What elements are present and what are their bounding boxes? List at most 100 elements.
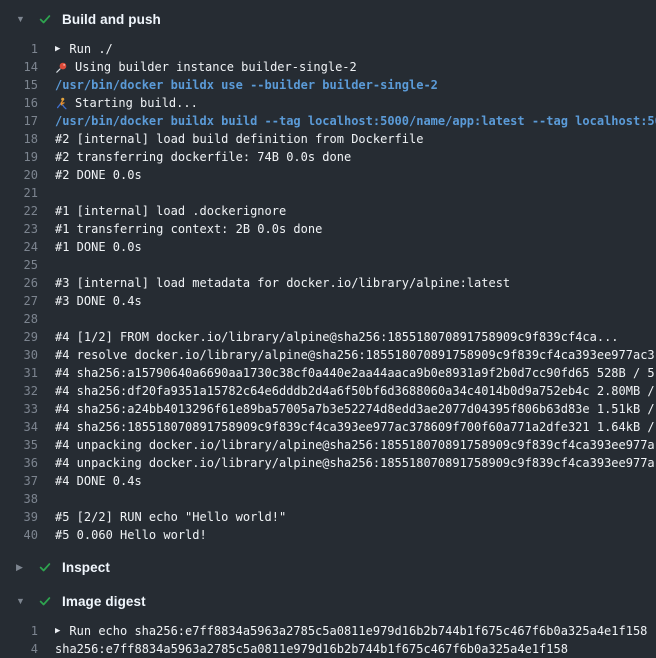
section-header-build-and-push[interactable]: ▼Build and push [0, 8, 656, 30]
log-lines: 1 ▶ Run ./ 14 Using builder instance builder… [0, 40, 656, 544]
play-icon[interactable]: ▶ [55, 627, 60, 636]
log-text: Run ./ [69, 40, 112, 58]
log-line-content: #4 DONE 0.4s [55, 472, 142, 490]
line-number[interactable]: 28 [0, 310, 38, 328]
line-number[interactable]: 24 [0, 238, 38, 256]
line-number[interactable]: 21 [0, 184, 38, 202]
log-line: 19 #2 transferring dockerfile: 74B 0.0s d… [0, 148, 656, 166]
log-line-content: sha256:e7ff8834a5963a2785c5a0811e979d16b… [55, 640, 568, 658]
log-text: /usr/bin/docker buildx build --tag local… [55, 112, 656, 130]
line-number[interactable]: 1 [0, 622, 38, 640]
line-number[interactable]: 34 [0, 418, 38, 436]
log-text: #2 transferring dockerfile: 74B 0.0s don… [55, 148, 351, 166]
section-header-inspect[interactable]: ▶Inspect [0, 556, 656, 578]
log-text: #4 DONE 0.4s [55, 472, 142, 490]
actions-log-viewer: ▼Build and push1▶Run ./14Using builder i… [0, 0, 656, 658]
log-text: #3 [internal] load metadata for docker.i… [55, 274, 510, 292]
log-line: 36 #4 unpacking docker.io/library/alpine@… [0, 454, 656, 472]
log-line-content: #4 unpacking docker.io/library/alpine@sh… [55, 454, 655, 472]
line-number[interactable]: 38 [0, 490, 38, 508]
line-number[interactable]: 16 [0, 94, 38, 112]
log-line: 1▶Run echo sha256:e7ff8834a5963a2785c5a0… [0, 622, 656, 640]
log-line: 30 #4 resolve docker.io/library/alpine@sh… [0, 346, 656, 364]
runner-icon [55, 97, 68, 110]
line-number[interactable]: 40 [0, 526, 38, 544]
log-line-content: /usr/bin/docker buildx use --builder bui… [55, 76, 438, 94]
section-header-image-digest[interactable]: ▼ Image digest [0, 590, 656, 612]
log-line: 34 #4 sha256:185518070891758909c9f839cf4c… [0, 418, 656, 436]
log-line: 31 #4 sha256:a15790640a6690aa1730c38cf0a4… [0, 364, 656, 382]
chevron-down-icon: ▼ [16, 15, 38, 24]
line-number[interactable]: 20 [0, 166, 38, 184]
log-line: 18#2 [internal] load build definition fr… [0, 130, 656, 148]
log-text: #4 [1/2] FROM docker.io/library/alpine@s… [55, 328, 619, 346]
line-number[interactable]: 4 [0, 640, 38, 658]
log-text: #4 sha256:185518070891758909c9f839cf4ca3… [55, 418, 655, 436]
log-line: 24 #1 DONE 0.0s [0, 238, 656, 256]
log-line-content: ▶ Run ./ [55, 40, 113, 58]
line-number[interactable]: 14 [0, 58, 38, 76]
line-number[interactable]: 35 [0, 436, 38, 454]
log-text: #3 DONE 0.4s [55, 292, 142, 310]
log-line: 23#1 transferring context: 2B 0.0s done [0, 220, 656, 238]
log-text: #4 sha256:a24bb4013296f61e89ba57005a7b3e… [55, 400, 655, 418]
log-text: #2 DONE 0.0s [55, 166, 142, 184]
log-line-content: #4 sha256:df20fa9351a15782c64e6dddb2d4a6… [55, 382, 655, 400]
line-number[interactable]: 32 [0, 382, 38, 400]
line-number[interactable]: 22 [0, 202, 38, 220]
log-line-content: #4 resolve docker.io/library/alpine@sha2… [55, 346, 655, 364]
log-line: 16 Starting build... [0, 94, 656, 112]
line-number[interactable]: 29 [0, 328, 38, 346]
line-number[interactable]: 15 [0, 76, 38, 94]
line-number[interactable]: 30 [0, 346, 38, 364]
log-text: #1 DONE 0.0s [55, 238, 142, 256]
log-section-build-and-push: ▼Build and push 1 ▶ Run ./ 14 Using builder i… [0, 8, 656, 544]
log-line: 38 [0, 490, 656, 508]
line-number[interactable]: 1 [0, 40, 38, 58]
log-line-content: Using builder instance builder-single-2 [55, 58, 357, 76]
line-number[interactable]: 36 [0, 454, 38, 472]
log-line: 15/usr/bin/docker buildx use --builder b… [0, 76, 656, 94]
log-line-content: #4 sha256:185518070891758909c9f839cf4ca3… [55, 418, 655, 436]
log-lines: 1▶Run echo sha256:e7ff8834a5963a2785c5a0… [0, 622, 656, 658]
log-text: sha256:e7ff8834a5963a2785c5a0811e979d16b… [55, 640, 568, 658]
log-line: 35 #4 unpacking docker.io/library/alpine@… [0, 436, 656, 454]
chevron-down-icon: ▼ [16, 597, 38, 606]
line-number[interactable]: 27 [0, 292, 38, 310]
line-number[interactable]: 19 [0, 148, 38, 166]
log-line-content: #4 unpacking docker.io/library/alpine@sh… [55, 436, 655, 454]
play-icon[interactable]: ▶ [55, 45, 60, 54]
section-title: Inspect [62, 560, 110, 575]
line-number[interactable]: 26 [0, 274, 38, 292]
section-title: Image digest [62, 594, 146, 609]
line-number[interactable]: 17 [0, 112, 38, 130]
line-number[interactable]: 25 [0, 256, 38, 274]
line-number[interactable]: 37 [0, 472, 38, 490]
log-line: 25 [0, 256, 656, 274]
log-line-content: #4 sha256:a24bb4013296f61e89ba57005a7b3e… [55, 400, 655, 418]
line-number[interactable]: 18 [0, 130, 38, 148]
log-text: #4 unpacking docker.io/library/alpine@sh… [55, 454, 655, 472]
line-number[interactable]: 23 [0, 220, 38, 238]
log-line-content: Starting build... [55, 94, 198, 112]
check-icon [38, 560, 62, 574]
log-line-content: #3 DONE 0.4s [55, 292, 142, 310]
log-line-content: /usr/bin/docker buildx build --tag local… [55, 112, 656, 130]
log-line-content: #5 [2/2] RUN echo "Hello world!" [55, 508, 286, 526]
log-text: /usr/bin/docker buildx use --builder bui… [55, 76, 438, 94]
log-text: #4 sha256:df20fa9351a15782c64e6dddb2d4a6… [55, 382, 655, 400]
log-section-inspect: ▶Inspect [0, 556, 656, 578]
check-icon [38, 594, 62, 608]
log-line: 26 #3 [internal] load metadata for docker… [0, 274, 656, 292]
line-number[interactable]: 39 [0, 508, 38, 526]
log-line-content: #1 [internal] load .dockerignore [55, 202, 286, 220]
log-line-content: #5 0.060 Hello world! [55, 526, 207, 544]
line-number[interactable]: 33 [0, 400, 38, 418]
log-text: #4 sha256:a15790640a6690aa1730c38cf0a440… [55, 364, 655, 382]
log-text: #5 0.060 Hello world! [55, 526, 207, 544]
log-line: 40 #5 0.060 Hello world! [0, 526, 656, 544]
log-text: #1 [internal] load .dockerignore [55, 202, 286, 220]
log-line: 17/usr/bin/docker buildx build --tag loc… [0, 112, 656, 130]
log-line: 4 sha256:e7ff8834a5963a2785c5a0811e979d16… [0, 640, 656, 658]
line-number[interactable]: 31 [0, 364, 38, 382]
